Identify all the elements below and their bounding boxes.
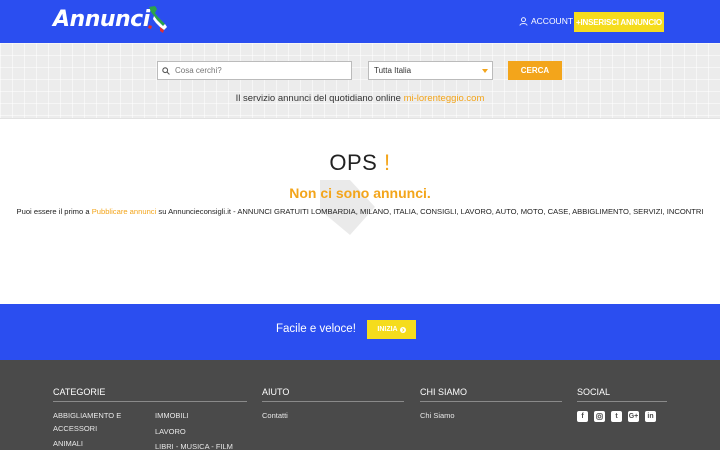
search-input[interactable] (173, 65, 347, 76)
footer-about-link[interactable]: Chi Siamo (420, 411, 455, 420)
footer-category-link[interactable]: IMMOBILI (155, 411, 189, 420)
footer-social-title: SOCIAL (577, 387, 611, 397)
instagram-icon[interactable] (594, 411, 605, 422)
divider (53, 401, 247, 402)
chevron-down-icon (482, 69, 488, 73)
empty-title-text: OPS (329, 150, 378, 175)
google-plus-icon[interactable]: G+ (628, 411, 639, 422)
tagline: Il servizio annunci del quotidiano onlin… (0, 93, 720, 104)
divider (262, 401, 404, 402)
tagline-link[interactable]: mi-lorenteggio.com (404, 93, 485, 104)
account-link[interactable]: ACCOUNT (519, 16, 573, 26)
footer-category-link[interactable]: ABBIGLIAMENTO E (53, 411, 121, 420)
empty-description: Puoi essere il primo a Pubblicare annunc… (0, 207, 720, 216)
search-button[interactable]: CERCA (508, 61, 562, 80)
divider (577, 401, 667, 402)
publish-ads-link[interactable]: Pubblicare annunci (92, 207, 157, 216)
start-button[interactable]: INIZIA (367, 320, 416, 339)
search-hero (0, 43, 720, 119)
site-header: Annunci ACCOUNT +INSERISCI ANNUNCIO (0, 0, 720, 43)
twitter-icon[interactable]: t (611, 411, 622, 422)
user-icon (519, 16, 528, 26)
region-select[interactable]: Tutta Italia (368, 61, 493, 80)
cta-band (0, 304, 720, 360)
facebook-icon[interactable]: f (577, 411, 588, 422)
cta-text: Facile e veloce! (276, 323, 356, 335)
search-icon (162, 66, 170, 75)
site-footer (0, 360, 720, 450)
insert-ad-button[interactable]: +INSERISCI ANNUNCIO (574, 12, 664, 32)
footer-category-link[interactable]: LAVORO (155, 427, 186, 436)
search-box[interactable] (157, 61, 352, 80)
footer-categories-title: CATEGORIE (53, 387, 106, 397)
footer-chisiamo-title: CHI SIAMO (420, 387, 468, 397)
footer-category-link[interactable]: ACCESSORI (53, 424, 97, 433)
arrow-right-circle-icon (399, 326, 406, 333)
footer-category-link[interactable]: ANIMALI (53, 439, 83, 448)
italy-map-icon (148, 6, 167, 33)
empty-title: OPS ! (0, 150, 720, 176)
divider (420, 401, 562, 402)
empty-message: Non ci sono annunci. (289, 185, 431, 201)
linkedin-icon[interactable]: in (645, 411, 656, 422)
empty-desc-suffix: su Annuncieconsigli.it - ANNUNCI GRATUIT… (156, 207, 704, 216)
empty-desc-prefix: Puoi essere il primo a (16, 207, 92, 216)
footer-aiuto-title: AIUTO (262, 387, 290, 397)
start-button-label: INIZIA (377, 326, 398, 333)
social-icons: f t G+ in (577, 411, 656, 422)
site-logo[interactable]: Annunci (53, 7, 150, 32)
footer-contact-link[interactable]: Contatti (262, 411, 288, 420)
empty-title-accent: ! (383, 150, 391, 175)
account-label: ACCOUNT (531, 16, 574, 26)
region-select-value: Tutta Italia (374, 66, 412, 75)
tagline-text: Il servizio annunci del quotidiano onlin… (235, 93, 404, 104)
